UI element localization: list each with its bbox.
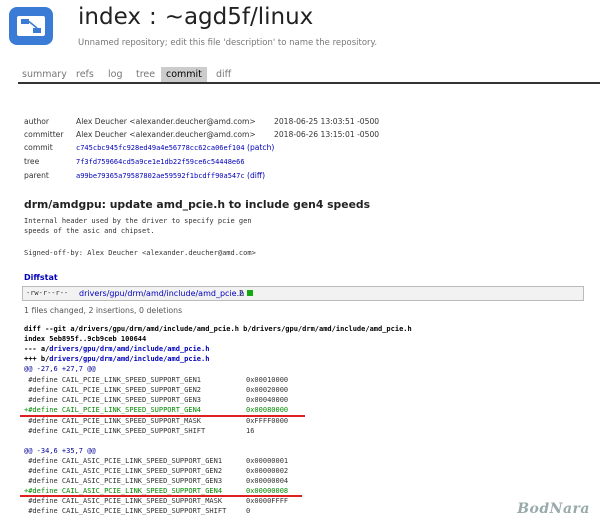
diff-old-prefix: --- a/ (24, 345, 50, 353)
tree-hash-link[interactable]: 7f3fd759664cd5a9ce1e1db22f59ce6c54448e66 (76, 158, 245, 166)
committer-value: Alex Deucher <alexander.deucher@amd.com> (76, 130, 256, 139)
diff-line-value: 0x00010000 (246, 376, 289, 384)
diff-header: diff --git a/drivers/gpu/drm/amd/include… (24, 325, 412, 333)
diff-line-value: 0x00000002 (246, 467, 289, 475)
hunk-header: @@ -34,6 +35,7 @@ (24, 447, 96, 455)
diff-context-line: #define CAIL_ASIC_PCIE_LINK_SPEED_SUPPOR… (24, 466, 288, 476)
diff-new-path-link[interactable]: drivers/gpu/drm/amd/include/amd_pcie.h (49, 355, 209, 363)
tab-commit[interactable]: commit (161, 67, 207, 82)
repo-title-separator: : (148, 4, 157, 30)
commit-hash-cell: c745cbc945fc928ed49a4e56778cc62ca06ef104… (76, 143, 274, 153)
cgit-logo-icon[interactable] (8, 6, 54, 46)
author-label: author (24, 117, 50, 126)
repo-index-link[interactable]: index (78, 4, 141, 30)
author-date: 2018-06-25 13:03:51 -0500 (274, 117, 380, 126)
commit-message-line: Internal header used by the driver to sp… (24, 217, 252, 225)
diffstat-header-link[interactable]: Diffstat (24, 273, 58, 282)
tab-refs[interactable]: refs (74, 67, 96, 82)
diff-line-value: 0 (246, 507, 251, 515)
diff-line-code: #define CAIL_PCIE_LINK_SPEED_SUPPORT_GEN… (24, 396, 202, 404)
diff-line-code: #define CAIL_ASIC_PCIE_LINK_SPEED_SUPPOR… (24, 507, 227, 515)
diffstat-insertions-bar (247, 290, 253, 296)
diff-context-line: #define CAIL_PCIE_LINK_SPEED_SUPPORT_MAS… (24, 416, 288, 426)
diff-added-line: +#define CAIL_PCIE_LINK_SPEED_SUPPORT_GE… (24, 405, 288, 415)
tree-hash-cell: 7f3fd759664cd5a9ce1e1db22f59ce6c54448e66 (76, 157, 245, 167)
diffstat-count: 2 (239, 289, 244, 298)
repo-description: Unnamed repository; edit this file 'desc… (78, 38, 378, 48)
diff-line-value: 0x00040000 (246, 396, 289, 404)
diff-link[interactable]: (diff) (247, 171, 265, 180)
diff-line-code: #define CAIL_ASIC_PCIE_LINK_SPEED_SUPPOR… (24, 497, 223, 505)
diffstat-summary: 1 files changed, 2 insertions, 0 deletio… (24, 306, 183, 315)
tab-summary[interactable]: summary (20, 67, 69, 82)
repo-title: index: ~agd5f/linux (78, 4, 313, 30)
diffstat-mode: -rw-r--r-- (26, 289, 69, 297)
commit-message-signoff: Signed-off-by: Alex Deucher <alexander.d… (24, 249, 256, 257)
diff-line-value: 0x00000001 (246, 457, 289, 465)
patch-link[interactable]: (patch) (247, 143, 274, 152)
committer-date: 2018-06-26 13:15:01 -0500 (274, 130, 380, 139)
commit-subject: drm/amdgpu: update amd_pcie.h to include… (24, 198, 371, 211)
diff-context-line: #define CAIL_ASIC_PCIE_LINK_SPEED_SUPPOR… (24, 476, 288, 486)
diff-context-line: #define CAIL_PCIE_LINK_SPEED_SUPPORT_GEN… (24, 395, 288, 405)
diff-old-path-link[interactable]: drivers/gpu/drm/amd/include/amd_pcie.h (49, 345, 209, 353)
diff-line-code: +#define CAIL_ASIC_PCIE_LINK_SPEED_SUPPO… (24, 487, 223, 495)
diff-line-value: 0x00020000 (246, 386, 289, 394)
diff-line-code: #define CAIL_PCIE_LINK_SPEED_SUPPORT_MAS… (24, 417, 202, 425)
hunk-header: @@ -27,6 +27,7 @@ (24, 365, 96, 373)
diff-line-code: +#define CAIL_PCIE_LINK_SPEED_SUPPORT_GE… (24, 406, 202, 414)
diff-line-value: 0x00000004 (246, 477, 289, 485)
tab-log[interactable]: log (106, 67, 124, 82)
diff-line-code: #define CAIL_ASIC_PCIE_LINK_SPEED_SUPPOR… (24, 467, 223, 475)
diff-line-code: #define CAIL_PCIE_LINK_SPEED_SUPPORT_GEN… (24, 386, 202, 394)
parent-hash-cell: a99be79365a79587802ae59592f1bcdff90a547c… (76, 171, 265, 181)
diff-line-value: 0x0000FFFF (246, 497, 289, 505)
author-value: Alex Deucher <alexander.deucher@amd.com> (76, 117, 256, 126)
diffstat-table: -rw-r--r-- drivers/gpu/drm/amd/include/a… (22, 286, 584, 301)
parent-label: parent (24, 171, 49, 180)
tab-tree[interactable]: tree (134, 67, 157, 82)
tab-bar: summary refs log tree commit diff (18, 67, 600, 84)
watermark: BodNara (517, 501, 590, 517)
cgit-commit-page: index: ~agd5f/linux Unnamed repository; e… (0, 0, 600, 522)
diff-context-line: #define CAIL_PCIE_LINK_SPEED_SUPPORT_SHI… (24, 426, 254, 436)
diff-context-line: #define CAIL_ASIC_PCIE_LINK_SPEED_SUPPOR… (24, 506, 250, 516)
diffstat-file-link[interactable]: drivers/gpu/drm/amd/include/amd_pcie.h (79, 287, 244, 300)
diff-old-file: --- a/drivers/gpu/drm/amd/include/amd_pc… (24, 344, 209, 354)
diff-line-value: 0x00080000 (246, 406, 289, 414)
tab-diff[interactable]: diff (214, 67, 233, 82)
diff-line-value: 0xFFFF0000 (246, 417, 289, 425)
diff-context-line: #define CAIL_PCIE_LINK_SPEED_SUPPORT_GEN… (24, 375, 288, 385)
diff-line-code: #define CAIL_PCIE_LINK_SPEED_SUPPORT_GEN… (24, 376, 202, 384)
diff-line-code: #define CAIL_ASIC_PCIE_LINK_SPEED_SUPPOR… (24, 457, 223, 465)
committer-label: committer (24, 130, 64, 139)
diff-line-code: #define CAIL_PCIE_LINK_SPEED_SUPPORT_SHI… (24, 427, 206, 435)
diff-new-prefix: +++ b/ (24, 355, 50, 363)
commit-hash-link[interactable]: c745cbc945fc928ed49a4e56778cc62ca06ef104 (76, 144, 245, 152)
diff-line-value: 16 (246, 427, 255, 435)
tree-label: tree (24, 157, 40, 166)
commit-message-line: speeds of the asic and chipset. (24, 227, 155, 235)
diff-context-line: #define CAIL_ASIC_PCIE_LINK_SPEED_SUPPOR… (24, 456, 288, 466)
diff-context-line: #define CAIL_ASIC_PCIE_LINK_SPEED_SUPPOR… (24, 496, 288, 506)
diff-new-file: +++ b/drivers/gpu/drm/amd/include/amd_pc… (24, 354, 209, 364)
diff-context-line: #define CAIL_PCIE_LINK_SPEED_SUPPORT_GEN… (24, 385, 288, 395)
repo-path-link[interactable]: ~agd5f/linux (165, 4, 314, 30)
commit-label: commit (24, 143, 53, 152)
diff-index: index 5eb895f..9cb9ceb 100644 (24, 335, 147, 343)
diff-line-code: #define CAIL_ASIC_PCIE_LINK_SPEED_SUPPOR… (24, 477, 223, 485)
parent-hash-link[interactable]: a99be79365a79587802ae59592f1bcdff90a547c (76, 172, 245, 180)
